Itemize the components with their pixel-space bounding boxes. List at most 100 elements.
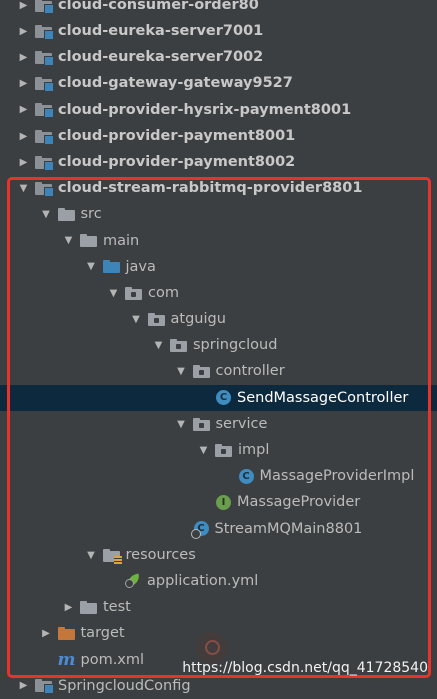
tree-node[interactable]: ▼ springcloud xyxy=(0,332,437,358)
expand-arrow-icon[interactable]: ▼ xyxy=(63,235,74,247)
tree-node-label: StreamMQMain8801 xyxy=(214,520,363,537)
collapse-arrow-icon[interactable]: ▶ xyxy=(63,601,74,613)
module-folder-icon xyxy=(35,155,54,171)
expand-arrow-icon[interactable]: ▼ xyxy=(153,340,164,352)
tree-node-label: cloud-stream-rabbitmq-provider8801 xyxy=(58,180,363,197)
watermark: https://blog.csdn.net/qq_41728540 xyxy=(182,660,428,676)
tree-node[interactable]: ▼ cloud-stream-rabbitmq-provider8801 xyxy=(0,175,437,201)
tree-node[interactable]: C SendMassageController xyxy=(0,384,437,411)
tree-node-label: springcloud xyxy=(193,337,278,354)
spring-boot-main-class-icon: C xyxy=(190,521,209,540)
interface-icon: I xyxy=(216,495,231,511)
expand-arrow-icon[interactable]: ▼ xyxy=(86,549,97,561)
tree-node-label: impl xyxy=(238,442,270,459)
tree-node[interactable]: ▶ cloud-provider-payment8001 xyxy=(0,123,437,149)
collapse-arrow-icon[interactable]: ▶ xyxy=(18,51,29,63)
tree-node-label: target xyxy=(80,625,125,642)
package-icon xyxy=(215,443,232,458)
tree-node[interactable]: ▶ cloud-eureka-server7002 xyxy=(0,44,437,70)
module-folder-icon xyxy=(35,102,54,119)
tree-node[interactable]: ▼ controller xyxy=(0,359,437,385)
expand-arrow-icon[interactable]: ▼ xyxy=(86,261,97,273)
tree-node-label: cloud-provider-payment8002 xyxy=(58,153,296,170)
tree-node[interactable]: ▶ cloud-provider-hysrix-payment8001 xyxy=(0,97,437,123)
tree-node[interactable]: ▼ atguigu xyxy=(0,306,437,332)
module-folder-icon xyxy=(35,181,54,197)
tree-node-label: cloud-eureka-server7001 xyxy=(58,23,264,40)
tree-node-label: SendMassageController xyxy=(237,389,409,406)
tree-node-label: main xyxy=(103,232,140,249)
tree-node[interactable]: C MassageProviderImpl xyxy=(0,463,437,489)
module-folder-icon xyxy=(35,76,54,93)
tree-node[interactable]: ▼ com xyxy=(0,280,437,306)
tree-node-label: pom.xml xyxy=(80,651,145,668)
expand-arrow-icon[interactable]: ▼ xyxy=(176,418,187,430)
tree-node[interactable]: ▶ cloud-eureka-server7001 xyxy=(0,18,437,44)
tree-node[interactable]: ▼ impl xyxy=(0,437,437,463)
module-folder-icon xyxy=(35,678,54,695)
collapse-arrow-icon[interactable]: ▶ xyxy=(18,680,29,692)
tree-node-label: cloud-consumer-order80 xyxy=(58,0,259,13)
tree-node-label: com xyxy=(148,284,179,301)
expand-arrow-icon[interactable]: ▼ xyxy=(131,313,142,325)
excluded-folder-icon xyxy=(57,626,75,641)
tree-node[interactable]: C StreamMQMain8801 xyxy=(0,516,437,542)
tree-node[interactable]: ▶ test xyxy=(0,594,437,620)
collapse-arrow-icon[interactable]: ▶ xyxy=(18,25,29,37)
tree-node[interactable]: ▼ main xyxy=(0,228,437,254)
tree-node-label: src xyxy=(80,206,102,223)
expand-arrow-icon[interactable]: ▼ xyxy=(41,209,52,221)
resources-folder-icon xyxy=(102,548,122,565)
collapse-arrow-icon[interactable]: ▶ xyxy=(18,130,29,142)
tree-node-label: java xyxy=(125,258,156,275)
class-icon: C xyxy=(238,468,254,484)
tree-node-label: MassageProvider xyxy=(237,494,361,511)
tree-node-label: atguigu xyxy=(170,311,226,328)
tree-node[interactable]: ▼ java xyxy=(0,254,437,280)
class-icon: C xyxy=(216,390,231,406)
expand-arrow-icon[interactable]: ▼ xyxy=(198,444,209,456)
tree-node-label: MassageProviderImpl xyxy=(259,468,415,485)
expand-arrow-icon[interactable]: ▼ xyxy=(176,366,187,378)
tree-node-label: application.yml xyxy=(147,572,259,589)
folder-icon xyxy=(57,207,75,222)
folder-icon xyxy=(80,233,97,248)
project-tree[interactable]: ▶ cloud-consumer-order80 ▶ cloud-eureka-ser… xyxy=(0,0,437,699)
tree-node[interactable]: ▼ src xyxy=(0,202,437,228)
tree-node-label: SpringcloudConfig xyxy=(58,677,191,694)
package-icon xyxy=(170,338,187,353)
module-folder-icon xyxy=(35,50,54,66)
collapse-arrow-icon[interactable]: ▶ xyxy=(18,0,29,11)
tree-node-label: cloud-provider-payment8001 xyxy=(58,127,296,144)
tree-node-label: cloud-eureka-server7002 xyxy=(58,49,264,66)
module-folder-icon xyxy=(35,24,54,40)
module-folder-icon xyxy=(35,129,54,145)
tree-node-label: controller xyxy=(215,363,285,380)
tree-node[interactable]: ▼ resources xyxy=(0,542,437,568)
package-icon xyxy=(147,312,165,327)
tree-node[interactable]: ▶ cloud-gateway-gateway9527 xyxy=(0,71,437,97)
tree-node[interactable]: I MassageProvider xyxy=(0,490,437,516)
collapse-arrow-icon[interactable]: ▶ xyxy=(18,104,29,116)
tree-node[interactable]: application.yml xyxy=(0,568,437,594)
package-icon xyxy=(125,286,142,301)
tree-node[interactable]: ▶ SpringcloudConfig xyxy=(0,673,437,699)
expand-arrow-icon[interactable]: ▼ xyxy=(108,287,119,299)
maven-icon: m xyxy=(57,649,76,670)
expand-arrow-icon[interactable]: ▼ xyxy=(18,182,29,194)
tree-node-label: cloud-provider-hysrix-payment8001 xyxy=(58,101,352,118)
collapse-arrow-icon[interactable]: ▶ xyxy=(18,156,29,168)
package-icon xyxy=(192,417,210,432)
collapse-arrow-icon[interactable]: ▶ xyxy=(41,628,52,640)
module-folder-icon xyxy=(35,0,54,14)
tree-node[interactable]: ▶ cloud-consumer-order80 xyxy=(0,0,437,18)
folder-icon xyxy=(80,600,97,615)
tree-node-label: resources xyxy=(125,546,196,563)
tree-node[interactable]: ▼ service xyxy=(0,411,437,437)
tree-node-label: service xyxy=(215,415,268,432)
package-icon xyxy=(192,364,210,379)
spring-config-icon xyxy=(125,574,141,589)
source-folder-icon xyxy=(102,259,120,274)
tree-node[interactable]: ▶ cloud-provider-payment8002 xyxy=(0,149,437,175)
collapse-arrow-icon[interactable]: ▶ xyxy=(18,78,29,90)
